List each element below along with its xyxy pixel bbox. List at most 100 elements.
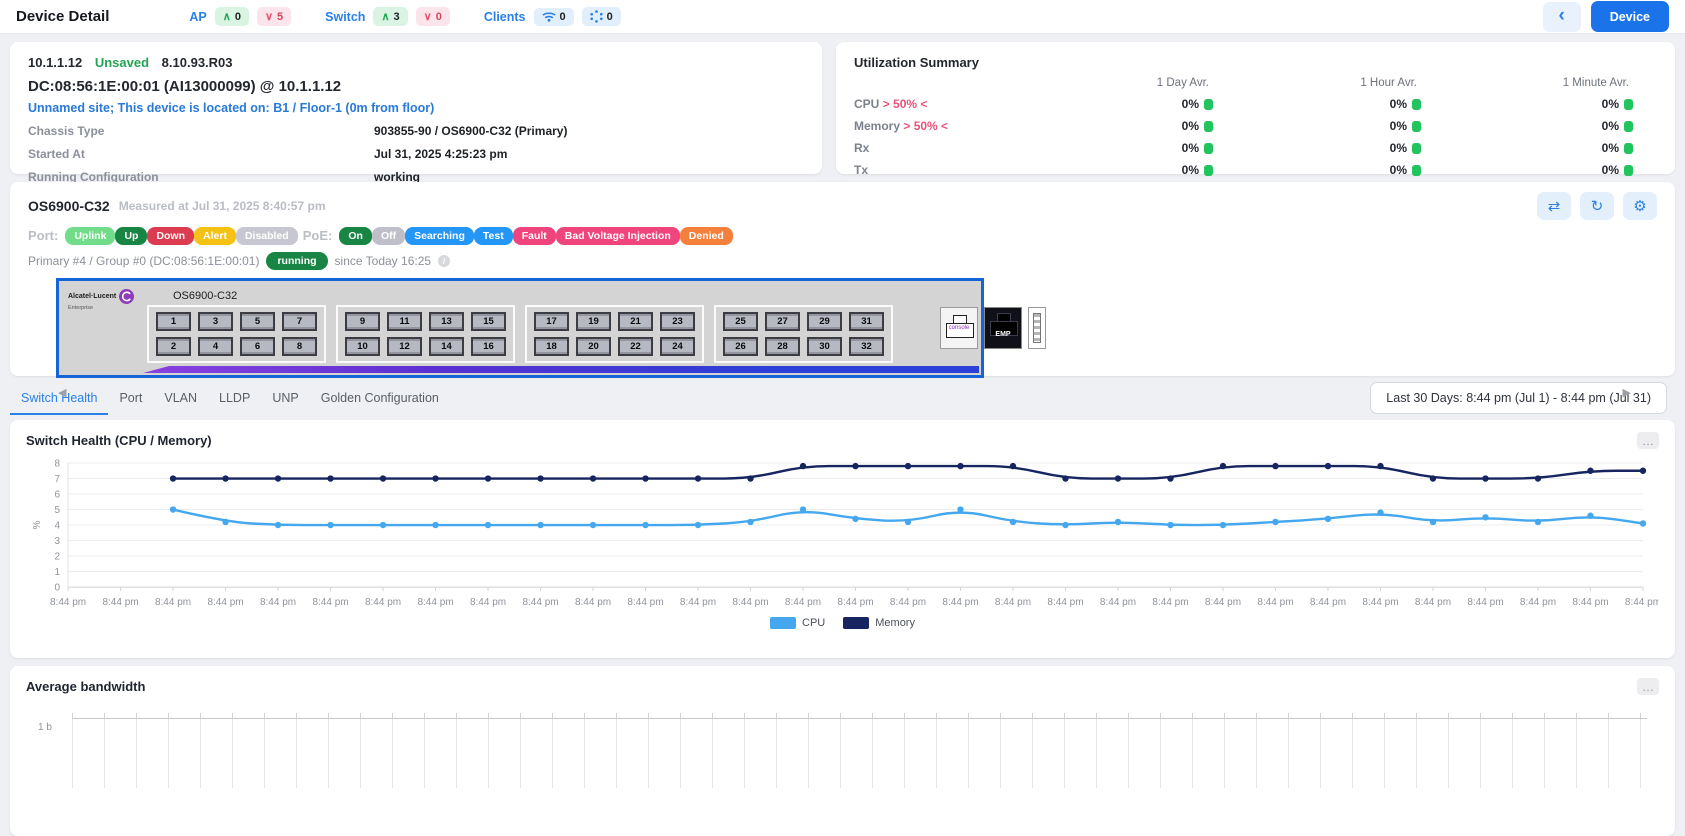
top-bar: Device Detail AP ∧ 0 ∨ 5 Switch ∧ 3 ∨ 0 …	[0, 0, 1685, 34]
back-button[interactable]: ‹	[1543, 2, 1581, 32]
svg-text:8:44 pm: 8:44 pm	[1467, 597, 1503, 608]
ap-label[interactable]: AP	[189, 10, 206, 24]
switch-port[interactable]: 26	[723, 337, 758, 356]
switch-port[interactable]: 2	[156, 337, 191, 356]
svg-text:8:44 pm: 8:44 pm	[155, 597, 191, 608]
switch-port[interactable]: 12	[387, 337, 422, 356]
port-status-badge: Up	[115, 227, 147, 245]
switch-port[interactable]: 16	[471, 337, 506, 356]
svg-text:8:44 pm: 8:44 pm	[470, 597, 506, 608]
switch-port[interactable]: 13	[429, 312, 464, 331]
face-model-label: OS6900-C32	[173, 290, 237, 302]
switch-port[interactable]: 29	[807, 312, 842, 331]
svg-text:8:44 pm: 8:44 pm	[1415, 597, 1451, 608]
device-fields: Chassis Type903855-90 / OS6900-C32 (Prim…	[28, 124, 804, 184]
poe-status-badge: Searching	[405, 227, 474, 245]
device-location-link[interactable]: Unnamed site; This device is located on:…	[28, 101, 804, 115]
svg-text:8:44 pm: 8:44 pm	[732, 597, 768, 608]
status-square	[1624, 165, 1633, 176]
svg-text:8:44 pm: 8:44 pm	[260, 597, 296, 608]
svg-text:8:44 pm: 8:44 pm	[522, 597, 558, 608]
switch-port[interactable]: 6	[240, 337, 275, 356]
chart-menu-button[interactable]: …	[1637, 432, 1659, 449]
switch-port[interactable]: 18	[534, 337, 569, 356]
switch-port[interactable]: 5	[240, 312, 275, 331]
switch-port[interactable]: 11	[387, 312, 422, 331]
cluster-icon	[590, 10, 603, 23]
settings-button[interactable]: ⚙	[1623, 192, 1657, 220]
brand-sub: Enterprise	[68, 305, 134, 311]
console-label: console	[941, 325, 977, 331]
legend-swatch	[843, 617, 869, 629]
svg-text:8:44 pm: 8:44 pm	[1152, 597, 1188, 608]
clients-cluster-badge[interactable]: 0	[582, 7, 621, 26]
switch-port[interactable]: 20	[576, 337, 611, 356]
device-ip-row: 10.1.1.12 Unsaved 8.10.93.R03	[28, 55, 804, 70]
switch-port[interactable]: 32	[849, 337, 884, 356]
clients-wifi-count: 0	[560, 11, 566, 23]
switch-port[interactable]: 19	[576, 312, 611, 331]
info-icon[interactable]: i	[438, 255, 450, 267]
svg-text:1: 1	[54, 567, 60, 578]
svg-text:8:44 pm: 8:44 pm	[312, 597, 348, 608]
clients-label[interactable]: Clients	[484, 10, 526, 24]
ap-down-badge[interactable]: ∨ 5	[257, 7, 291, 26]
clients-cluster-count: 0	[607, 11, 613, 23]
refresh-button[interactable]: ↻	[1580, 192, 1614, 220]
switch-label[interactable]: Switch	[325, 10, 365, 24]
switch-port[interactable]: 25	[723, 312, 758, 331]
swap-view-button[interactable]: ⇄	[1537, 192, 1571, 220]
switch-port[interactable]: 1	[156, 312, 191, 331]
status-square	[1412, 99, 1421, 110]
scroll-left-icon[interactable]: ◀	[58, 386, 66, 399]
console-port[interactable]: console	[940, 307, 978, 349]
util-row-label: Memory > 50% <	[854, 119, 1029, 133]
device-name: DC:08:56:1E:00:01 (AI13000099) @ 10.1.1.…	[28, 78, 804, 95]
brand-name: Alcatel·Lucent	[68, 293, 116, 300]
field-label: Chassis Type	[28, 124, 374, 138]
svg-text:2: 2	[54, 552, 60, 563]
switch-port[interactable]: 31	[849, 312, 884, 331]
ap-up-badge[interactable]: ∧ 0	[215, 7, 249, 26]
scroll-right-icon[interactable]: ▶	[1623, 386, 1631, 399]
switch-port[interactable]: 28	[765, 337, 800, 356]
device-button[interactable]: Device	[1591, 1, 1669, 32]
switch-port[interactable]: 3	[198, 312, 233, 331]
switch-port[interactable]: 30	[807, 337, 842, 356]
legend-swatch	[770, 617, 796, 629]
switch-port[interactable]: 8	[282, 337, 317, 356]
switch-port[interactable]: 4	[198, 337, 233, 356]
status-square	[1624, 99, 1633, 110]
util-value: 0%	[1029, 141, 1237, 155]
switch-health-panel: Switch Health (CPU / Memory) … 012345678…	[10, 420, 1675, 658]
switch-actions: ⇄ ↻ ⚙	[1537, 192, 1657, 220]
switch-port[interactable]: 9	[345, 312, 380, 331]
legend-item-cpu[interactable]: CPU	[770, 617, 825, 629]
bandwidth-title: Average bandwidth	[26, 679, 145, 694]
switch-down-badge[interactable]: ∨ 0	[416, 7, 450, 26]
util-column-header: 1 Minute Avr.	[1445, 77, 1657, 89]
switch-port[interactable]: 24	[660, 337, 695, 356]
emp-port[interactable]: EMP	[984, 307, 1022, 349]
switch-port[interactable]: 15	[471, 312, 506, 331]
poe-status-badge: Denied	[680, 227, 733, 245]
usb-port[interactable]	[1028, 307, 1046, 349]
svg-text:8:44 pm: 8:44 pm	[50, 597, 86, 608]
poe-status-badge: Fault	[513, 227, 556, 245]
util-column-header: 1 Hour Avr.	[1237, 77, 1445, 89]
switch-port[interactable]: 14	[429, 337, 464, 356]
switch-port[interactable]: 10	[345, 337, 380, 356]
switch-port[interactable]: 23	[660, 312, 695, 331]
switch-port[interactable]: 21	[618, 312, 653, 331]
clients-wifi-badge[interactable]: 0	[534, 8, 574, 26]
switch-port[interactable]: 22	[618, 337, 653, 356]
legend-item-memory[interactable]: Memory	[843, 617, 915, 629]
switch-port[interactable]: 27	[765, 312, 800, 331]
switch-up-badge[interactable]: ∧ 3	[373, 7, 407, 26]
switch-port[interactable]: 7	[282, 312, 317, 331]
average-bandwidth-chart[interactable]: 1 b	[26, 713, 1659, 788]
bandwidth-menu-button[interactable]: …	[1637, 678, 1659, 695]
svg-text:7: 7	[54, 474, 60, 485]
switch-port[interactable]: 17	[534, 312, 569, 331]
switch-health-chart[interactable]: 012345678%8:44 pm8:44 pm8:44 pm8:44 pm8:…	[26, 453, 1659, 615]
